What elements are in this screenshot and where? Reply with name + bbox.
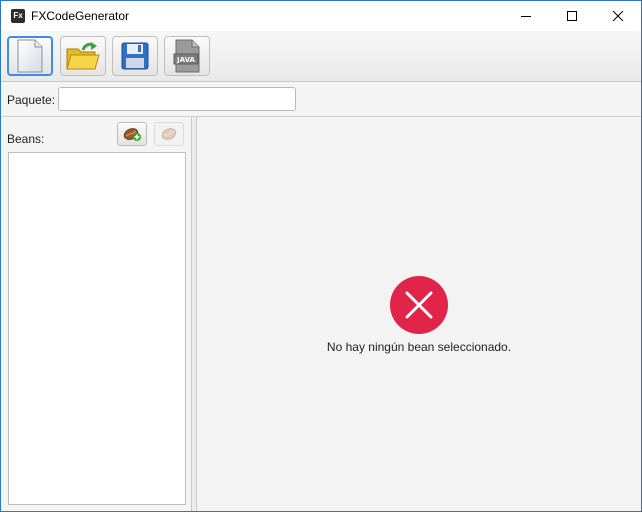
java-file-icon: JAVA	[173, 39, 200, 73]
generate-java-button[interactable]: JAVA	[164, 36, 210, 76]
package-input[interactable]	[58, 87, 296, 111]
maximize-icon	[567, 11, 577, 21]
add-bean-icon	[123, 128, 141, 141]
add-bean-button[interactable]	[117, 122, 147, 146]
app-icon: Fx	[11, 9, 25, 23]
beans-list[interactable]	[8, 152, 186, 505]
close-button[interactable]	[595, 1, 641, 31]
close-icon	[612, 10, 624, 22]
open-folder-icon	[66, 42, 100, 70]
error-x-icon	[390, 276, 448, 334]
new-file-icon	[17, 39, 43, 73]
remove-bean-button[interactable]	[154, 122, 184, 146]
minimize-button[interactable]	[503, 1, 549, 31]
bean-detail-panel: No hay ningún bean seleccionado.	[197, 117, 641, 511]
window-controls	[503, 1, 641, 31]
minimize-icon	[521, 16, 531, 17]
toolbar: JAVA	[1, 31, 641, 82]
new-button[interactable]	[7, 36, 53, 76]
no-bean-selected-message: No hay ningún bean seleccionado.	[326, 340, 512, 354]
window-title: FXCodeGenerator	[31, 9, 130, 23]
beans-label: Beans:	[7, 132, 45, 146]
package-label: Paquete:	[7, 93, 56, 107]
open-button[interactable]	[60, 36, 106, 76]
remove-bean-icon	[161, 128, 177, 140]
save-disk-icon	[121, 42, 149, 70]
maximize-button[interactable]	[549, 1, 595, 31]
save-button[interactable]	[112, 36, 158, 76]
beans-panel: Beans:	[1, 117, 191, 511]
title-bar[interactable]: Fx FXCodeGenerator	[1, 1, 641, 31]
java-icon-text: JAVA	[176, 56, 195, 64]
package-row: Paquete:	[1, 82, 641, 117]
app-window: Fx FXCodeGenerator JAVA Paquete: Beans: …	[0, 0, 642, 512]
